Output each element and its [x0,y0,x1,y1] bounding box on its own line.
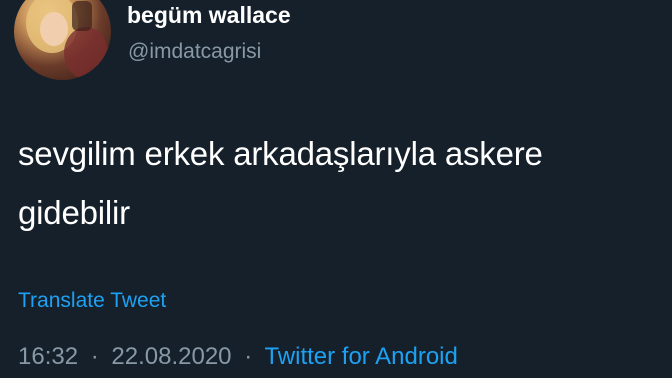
tweet-text-line: gidebilir [18,194,130,231]
avatar[interactable] [14,0,111,80]
tweet-date[interactable]: 22.08.2020 [111,343,231,370]
tweet-metadata: 16:32 · 22.08.2020 · Twitter for Android [18,343,458,371]
avatar-photo-icon [26,0,108,79]
separator-dot: · [90,343,99,370]
display-name[interactable]: begüm wallace [127,2,291,29]
user-handle[interactable]: @imdatcagrisi [128,40,261,64]
separator-dot: · [244,343,253,370]
tweet-time[interactable]: 16:32 [18,343,78,370]
translate-tweet-link[interactable]: Translate Tweet [18,289,166,313]
tweet-source-link[interactable]: Twitter for Android [264,343,457,370]
tweet-text-line: sevgilim erkek arkadaşlarıyla askere [18,135,543,172]
tweet-text: sevgilim erkek arkadaşlarıyla askere gid… [18,124,666,242]
tweet-card: begüm wallace @imdatcagrisi sevgilim erk… [0,0,672,378]
